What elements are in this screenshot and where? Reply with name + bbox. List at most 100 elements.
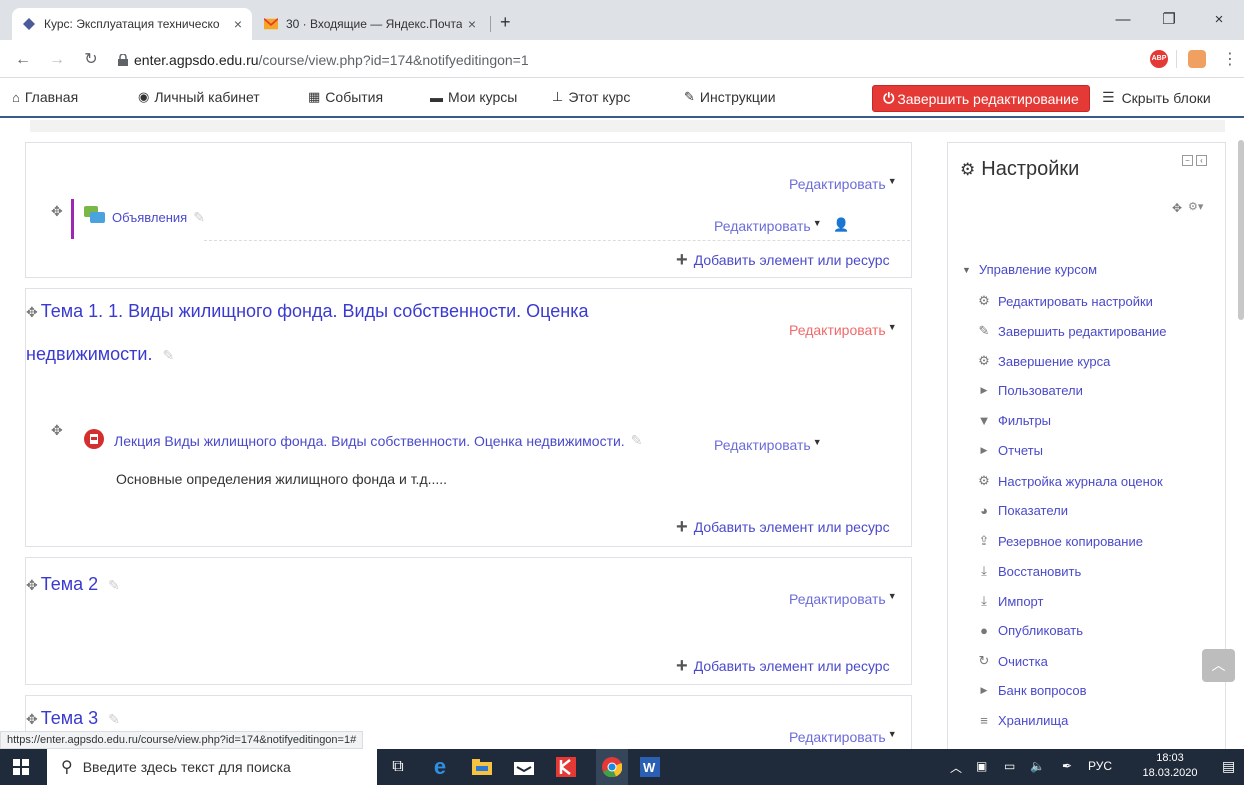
section-edit-menu[interactable]: Редактировать ▼ xyxy=(789,729,897,745)
adblock-icon[interactable]: ABP xyxy=(1150,50,1168,68)
network-icon[interactable]: ▭ xyxy=(1004,759,1015,773)
menu-kebab-icon[interactable]: ⋮ xyxy=(1222,49,1238,69)
nav-home[interactable]: ⌂ Главная xyxy=(12,89,78,105)
nav-this-course[interactable]: ⊥ Этот курс xyxy=(552,89,630,105)
add-activity-link[interactable]: + Добавить элемент или ресурс xyxy=(676,517,890,537)
move-icon[interactable]: ✥ xyxy=(26,711,38,727)
scroll-to-top-button[interactable]: ︿ xyxy=(1202,649,1235,682)
browser-tab-bar: Курс: Эксплуатация техническо × 30 · Вхо… xyxy=(0,0,1244,40)
nav-instructions[interactable]: ✎ Инструкции xyxy=(684,89,776,105)
settings-item-filters[interactable]: ▼ Фильтры xyxy=(976,413,1051,428)
store-icon[interactable] xyxy=(512,755,536,779)
section-title[interactable]: ✥ Тема 2 ✎ xyxy=(26,574,120,595)
add-activity-link[interactable]: + Добавить элемент или ресурс xyxy=(676,656,890,676)
restricted-marker xyxy=(71,199,74,239)
new-tab-button[interactable]: + xyxy=(500,12,511,33)
settings-item-gradebook-setup[interactable]: ⚙ Настройка журнала оценок xyxy=(976,473,1163,489)
hide-blocks-button[interactable]: ☰ Скрыть блоки xyxy=(1102,89,1211,106)
settings-item-publish[interactable]: ● Опубликовать xyxy=(976,623,1083,638)
file-explorer-icon[interactable] xyxy=(470,755,494,779)
reload-icon[interactable]: ↻ xyxy=(80,49,102,71)
windows-start-icon[interactable] xyxy=(13,759,29,778)
settings-item-question-bank[interactable]: ▶ Банк вопросов xyxy=(976,683,1087,698)
pencil-icon: ✎ xyxy=(978,323,990,338)
settings-item-outcomes[interactable]: ◕ Показатели xyxy=(976,503,1068,518)
edit-title-icon[interactable]: ✎ xyxy=(108,711,120,727)
finish-editing-button[interactable]: ⏻ Завершить редактирование xyxy=(872,85,1090,112)
tab-close-icon[interactable]: × xyxy=(468,16,476,32)
collapse-block-icon[interactable]: − xyxy=(1182,155,1193,166)
section-title-cont[interactable]: недвижимости. ✎ xyxy=(26,344,174,365)
section-title[interactable]: ✥ Тема 3 ✎ xyxy=(26,708,120,729)
edit-title-icon[interactable]: ✎ xyxy=(631,432,643,449)
move-icon[interactable]: ✥ xyxy=(26,304,38,320)
gear-icon: ⚙ xyxy=(978,353,990,368)
activity-edit-menu[interactable]: Редактировать ▼ xyxy=(714,437,822,453)
move-icon[interactable]: ✥ xyxy=(51,422,63,439)
activity-lecture[interactable]: Лекция Виды жилищного фонда. Виды собств… xyxy=(84,429,642,452)
gear-icon: ⚙ xyxy=(978,473,990,488)
triangle-right-icon: ▶ xyxy=(980,385,988,395)
move-icon[interactable]: ✥ xyxy=(26,577,38,593)
notifications-icon[interactable]: ▤ xyxy=(1222,758,1235,775)
move-icon[interactable]: ✥ xyxy=(51,203,63,220)
add-activity-link[interactable]: + Добавить элемент или ресурс xyxy=(676,250,890,270)
taskbar-clock[interactable]: 18:03 18.03.2020 xyxy=(1140,751,1200,781)
word-icon[interactable]: W xyxy=(638,755,662,779)
task-view-icon[interactable]: ⧉ xyxy=(386,755,410,779)
back-icon[interactable]: ← xyxy=(12,49,34,71)
edit-title-icon[interactable]: ✎ xyxy=(162,347,174,363)
edit-title-icon[interactable]: ✎ xyxy=(108,577,120,593)
extension-icon[interactable] xyxy=(1188,50,1206,68)
browser-tab-course[interactable]: Курс: Эксплуатация техническо × xyxy=(12,8,252,40)
url-field[interactable]: enter.agpsdo.edu.ru/course/view.php?id=1… xyxy=(112,46,1122,74)
settings-item-reports[interactable]: ▶ Отчеты xyxy=(976,443,1043,458)
pen-icon[interactable]: ✒ xyxy=(1062,759,1072,773)
section-title[interactable]: ✥ Тема 1. 1. Виды жилищного фонда. Виды с… xyxy=(26,301,589,322)
settings-title: ⚙ Настройки xyxy=(960,158,1080,180)
settings-item-repositories[interactable]: ≡ Хранилища xyxy=(976,713,1068,728)
caret-down-icon: ▼ xyxy=(812,437,822,447)
block-actions-icon[interactable]: ⚙▾ xyxy=(1188,200,1203,213)
edit-title-icon[interactable]: ✎ xyxy=(193,209,205,226)
filter-icon: ▼ xyxy=(977,413,991,428)
tray-overflow-icon[interactable]: ︿ xyxy=(950,759,962,776)
minimize-button[interactable]: — xyxy=(1100,8,1146,32)
nav-dashboard[interactable]: ◉ Личный кабинет xyxy=(138,89,260,105)
language-indicator[interactable]: РУС xyxy=(1088,759,1112,773)
settings-item-course-completion[interactable]: ⚙ Завершение курса xyxy=(976,353,1110,369)
upload-icon: ⇪ xyxy=(978,533,990,548)
restore-button[interactable]: ❐ xyxy=(1146,8,1192,32)
activity-announcements[interactable]: Объявления ✎ xyxy=(84,206,205,229)
edge-icon[interactable]: e xyxy=(428,754,452,779)
page-header-strip xyxy=(30,120,1225,132)
taskbar-search-field[interactable]: ⚲ Введите здесь текст для поиска xyxy=(47,749,377,785)
tab-close-icon[interactable]: × xyxy=(234,16,242,32)
close-window-button[interactable]: × xyxy=(1196,8,1242,32)
volume-icon[interactable]: 🔈 xyxy=(1030,759,1045,773)
settings-item-edit-settings[interactable]: ⚙ Редактировать настройки xyxy=(976,293,1153,309)
kaspersky-icon[interactable] xyxy=(554,755,578,779)
section-edit-menu[interactable]: Редактировать ▼ xyxy=(789,591,897,607)
settings-item-restore[interactable]: ⤓ Восстановить xyxy=(976,563,1081,579)
nav-my-courses[interactable]: ▬ Мои курсы xyxy=(430,89,517,105)
chrome-icon[interactable] xyxy=(596,749,628,785)
page-scrollbar[interactable] xyxy=(1238,140,1244,320)
nav-events[interactable]: ▦ События xyxy=(308,89,383,105)
settings-item-backup[interactable]: ⇪ Резервное копирование xyxy=(976,533,1143,549)
forward-icon[interactable]: → xyxy=(46,49,68,71)
section-edit-menu[interactable]: Редактировать ▼ xyxy=(789,322,897,338)
activity-edit-menu[interactable]: Редактировать ▼ xyxy=(714,218,822,234)
settings-item-users[interactable]: ▶ Пользователи xyxy=(976,383,1083,398)
tray-app-icon[interactable]: ▣ xyxy=(976,759,987,773)
pie-icon: ◕ xyxy=(980,503,988,518)
settings-item-finish-editing[interactable]: ✎ Завершить редактирование xyxy=(976,323,1167,339)
move-block-icon[interactable]: ✥ xyxy=(1172,201,1182,215)
settings-item-import[interactable]: ⤓ Импорт xyxy=(976,593,1043,609)
user-icon[interactable]: 👤 xyxy=(833,217,849,233)
dock-block-icon[interactable]: ‹ xyxy=(1196,155,1207,166)
settings-item-reset[interactable]: ↻ Очистка xyxy=(976,653,1048,669)
settings-group-course-admin[interactable]: ▼ Управление курсом xyxy=(962,262,1097,277)
browser-tab-mail[interactable]: 30 · Входящие — Яндекс.Почта × xyxy=(254,8,486,40)
section-edit-menu[interactable]: Редактировать ▼ xyxy=(789,176,897,192)
